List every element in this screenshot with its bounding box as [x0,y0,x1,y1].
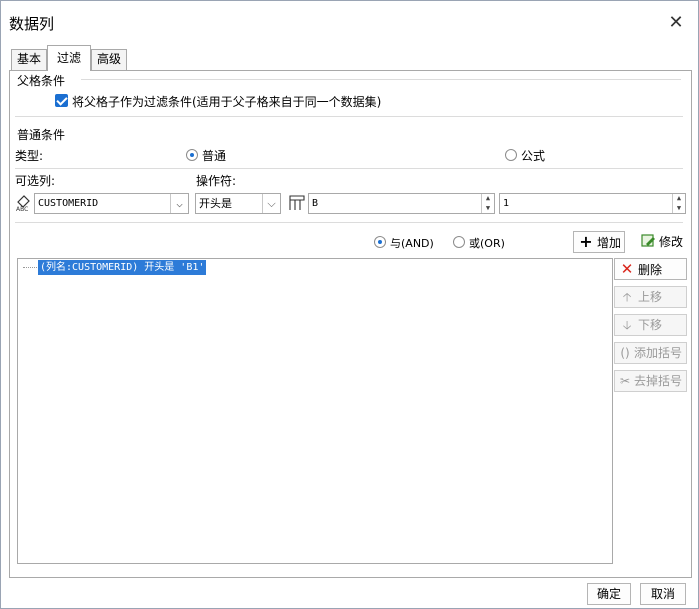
spin-down-icon[interactable]: ▼ [673,204,685,213]
tree-connector [23,267,37,268]
spin-down-icon[interactable]: ▼ [482,204,494,213]
count-field-value: 1 [503,198,510,209]
title-bar: 数据列 ✕ [1,1,698,41]
logic-and-label: 与(AND) [390,237,434,250]
operator-select-value: 开头是 [199,197,232,210]
divider [15,222,683,223]
move-down-button[interactable]: 🡣 下移 [614,314,687,336]
chevron-down-icon[interactable]: ⌵ [262,194,280,213]
operator-select[interactable]: 开头是 ⌵ [195,193,281,214]
tab-advanced[interactable]: 高级 [91,49,127,70]
move-up-button[interactable]: 🡡 上移 [614,286,687,308]
logic-or-radio[interactable] [453,236,465,248]
arrow-down-icon: 🡣 [622,318,632,332]
close-icon[interactable]: ✕ [665,13,687,35]
cancel-button[interactable]: 取消 [640,583,686,605]
logic-or-label: 或(OR) [469,237,505,250]
parent-filter-checkbox-label: 将父格子作为过滤条件(适用于父子格来自于同一个数据集) [72,95,382,109]
divider [15,168,683,169]
dialog-window: 数据列 ✕ 基本 过滤 高级 父格条件 将父格子作为过滤条件(适用于父子格来自于… [0,0,699,609]
column-type-icon: ABC [15,194,35,213]
condition-value-field[interactable]: B ▲ ▼ [308,193,495,214]
modify-condition-label: 修改 [659,235,684,249]
add-condition-label: 增加 [597,236,622,250]
plus-icon: + [579,232,593,251]
column-label: 可选列: [15,174,56,188]
type-normal-radio[interactable] [186,149,198,161]
type-formula-radio[interactable] [505,149,517,161]
add-bracket-button[interactable]: () 添加括号 [614,342,687,364]
count-field[interactable]: 1 ▲ ▼ [499,193,686,214]
spin-up-icon[interactable]: ▲ [673,194,685,203]
chevron-down-icon[interactable]: ⌵ [170,194,188,213]
type-label: 类型: [15,149,44,163]
remove-brackets-icon: ✂ [619,374,631,388]
modify-icon [640,232,656,252]
operator-label: 操作符: [196,174,237,188]
svg-text:ABC: ABC [16,206,28,212]
add-condition-button[interactable]: + 增加 [573,231,625,253]
type-normal-label: 普通 [202,149,227,163]
column-select[interactable]: CUSTOMERID ⌵ [34,193,189,214]
parent-condition-heading: 父格条件 [17,74,66,88]
modify-condition-button[interactable]: 修改 [635,231,687,253]
cell-reference-icon[interactable] [288,194,306,212]
normal-condition-heading: 普通条件 [17,128,66,142]
delete-button[interactable]: ✕ 删除 [614,258,687,280]
parent-filter-checkbox[interactable] [55,94,68,107]
remove-bracket-label: 去掉括号 [634,374,683,388]
dialog-title: 数据列 [9,15,55,33]
tab-filter[interactable]: 过滤 [47,45,91,71]
ok-button[interactable]: 确定 [587,583,631,605]
delete-x-icon: ✕ [620,260,634,278]
condition-value-text: B [312,198,319,209]
value-spinner[interactable]: ▲ ▼ [481,194,494,213]
logic-and-radio[interactable] [374,236,386,248]
move-up-label: 上移 [638,290,663,304]
delete-button-label: 删除 [638,263,663,277]
type-formula-label: 公式 [521,149,546,163]
move-down-label: 下移 [638,318,663,332]
arrow-up-icon: 🡡 [622,290,632,304]
brackets-icon: () [620,346,630,360]
list-item[interactable]: (列名:CUSTOMERID) 开头是 'B1' [38,260,207,275]
column-select-value: CUSTOMERID [38,198,99,209]
count-spinner[interactable]: ▲ ▼ [672,194,685,213]
divider [15,116,683,117]
add-bracket-label: 添加括号 [634,346,683,360]
condition-list[interactable]: (列名:CUSTOMERID) 开头是 'B1' [17,258,613,564]
spin-up-icon[interactable]: ▲ [482,194,494,203]
tab-basic[interactable]: 基本 [11,49,47,70]
remove-bracket-button[interactable]: ✂ 去掉括号 [614,370,687,392]
divider [81,79,681,80]
